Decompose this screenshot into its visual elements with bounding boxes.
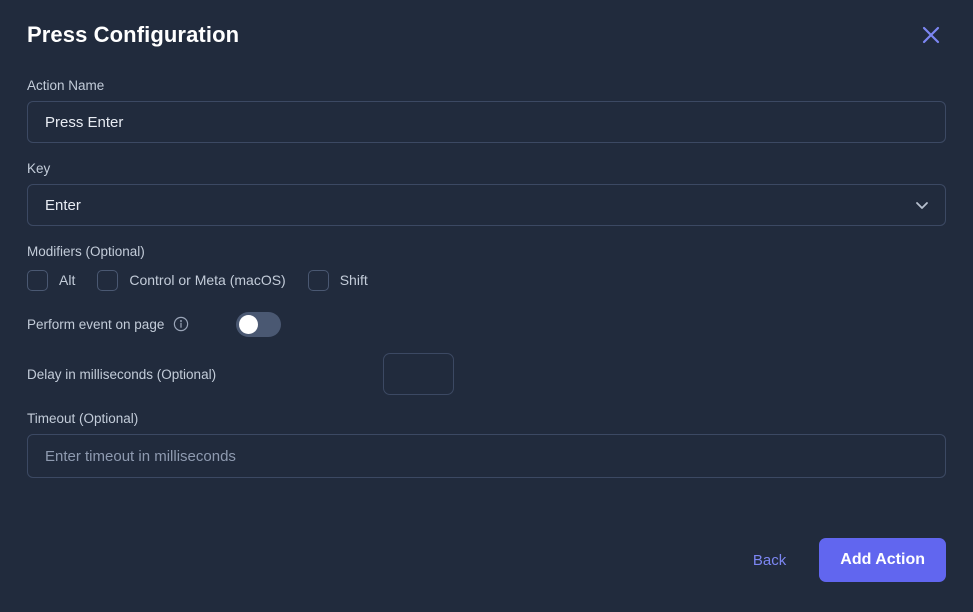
perform-event-row: Perform event on page (27, 301, 946, 347)
press-configuration-dialog: Press Configuration Action Name Key Ente… (0, 0, 973, 612)
modifiers-checkbox-row: Alt Control or Meta (macOS) Shift (27, 265, 946, 295)
key-select[interactable]: Enter (27, 184, 946, 226)
key-field-group: Key Enter (27, 161, 946, 226)
action-name-input[interactable] (27, 101, 946, 143)
perform-event-toggle[interactable] (236, 311, 282, 337)
modifier-checkbox-alt[interactable]: Alt (27, 269, 76, 291)
checkbox-box-shift[interactable] (307, 269, 329, 291)
delay-input[interactable] (383, 353, 455, 395)
modifier-label-control-meta: Control or Meta (macOS) (129, 272, 286, 288)
modifier-label-shift: Shift (339, 272, 368, 288)
dialog-header: Press Configuration (27, 18, 946, 64)
timeout-field-group: Timeout (Optional) (27, 411, 946, 478)
modifiers-label: Modifiers (Optional) (27, 244, 145, 259)
close-icon (920, 24, 942, 46)
modifier-checkbox-shift[interactable]: Shift (307, 269, 368, 291)
checkbox-box-control-meta[interactable] (97, 269, 119, 291)
add-action-button[interactable]: Add Action (819, 538, 946, 582)
action-name-field-group: Action Name (27, 78, 946, 143)
perform-event-label: Perform event on page (27, 316, 165, 332)
modifiers-group: Modifiers (Optional) Alt Control or Meta… (27, 244, 946, 295)
key-select-value: Enter (45, 196, 81, 214)
modifier-checkbox-control-meta[interactable]: Control or Meta (macOS) (97, 269, 286, 291)
toggle-knob (239, 314, 259, 334)
key-select-wrap: Enter (27, 184, 946, 226)
form-body: Action Name Key Enter Modifiers (Optiona… (27, 64, 946, 534)
modifier-label-alt: Alt (59, 272, 76, 288)
checkbox-box-alt[interactable] (27, 269, 48, 291)
action-name-label: Action Name (27, 78, 105, 93)
key-label: Key (27, 161, 51, 176)
dialog-footer: Back Add Action (27, 534, 946, 612)
info-icon[interactable] (173, 316, 189, 332)
delay-label: Delay in milliseconds (Optional) (27, 366, 217, 382)
perform-event-label-wrap: Perform event on page (27, 316, 189, 332)
page-title: Press Configuration (27, 22, 240, 47)
timeout-label: Timeout (Optional) (27, 411, 139, 426)
close-button[interactable] (914, 18, 948, 52)
timeout-input[interactable] (27, 434, 946, 478)
delay-row: Delay in milliseconds (Optional) (27, 347, 946, 401)
back-button[interactable]: Back (743, 544, 796, 577)
